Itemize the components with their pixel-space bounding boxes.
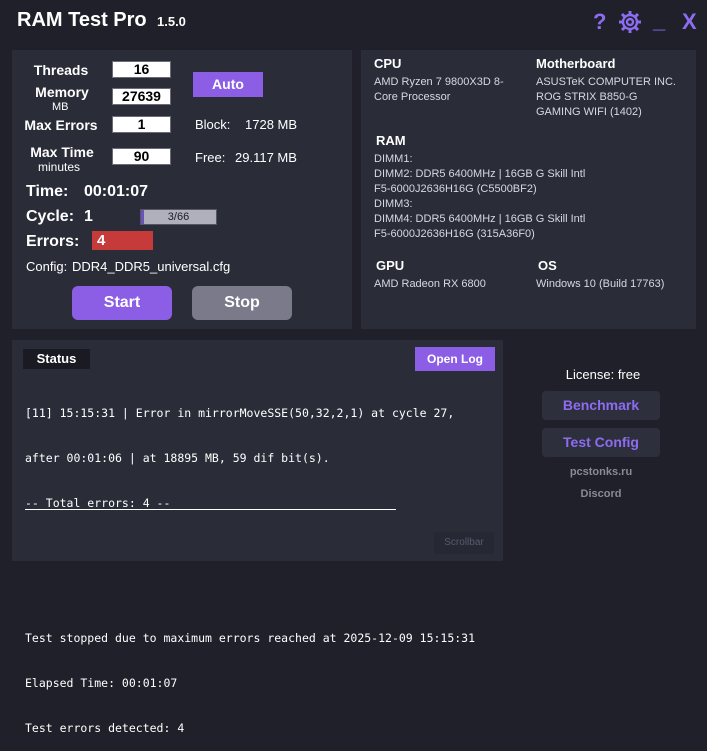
- block-label: Block:: [195, 117, 231, 132]
- ram-line: DIMM3:: [374, 198, 413, 210]
- close-button[interactable]: X: [682, 9, 697, 35]
- log-separator: [25, 509, 396, 510]
- app-version: 1.5.0: [157, 14, 186, 29]
- errors-count-badge: 4: [92, 231, 153, 250]
- app-title: RAM Test Pro: [17, 9, 147, 31]
- max-time-input[interactable]: 90: [112, 148, 171, 165]
- cycle-value: 1: [84, 208, 93, 225]
- log-line: Elapsed Time: 00:01:07: [25, 676, 178, 690]
- help-button[interactable]: ?: [593, 9, 606, 35]
- config-label: Config:: [26, 259, 68, 274]
- log-line: Test errors detected: 4: [25, 721, 185, 735]
- open-log-button[interactable]: Open Log: [415, 347, 495, 371]
- scrollbar-toggle[interactable]: Scrollbar: [434, 532, 494, 554]
- threads-input[interactable]: 16: [112, 61, 171, 78]
- discord-link[interactable]: Discord: [539, 488, 663, 500]
- motherboard-line-1: ASUSTeK COMPUTER INC.: [536, 76, 676, 88]
- gear-icon: [619, 11, 641, 33]
- start-button[interactable]: Start: [72, 286, 172, 320]
- log-line: Test stopped due to maximum errors reach…: [25, 631, 476, 645]
- log-line: [11] 15:15:31 | Error in mirrorMoveSSE(5…: [25, 406, 455, 420]
- gpu-value: AMD Radeon RX 6800: [374, 278, 486, 290]
- gpu-label: GPU: [376, 258, 405, 273]
- ram-label: RAM: [376, 133, 406, 148]
- minimize-button[interactable]: _: [653, 8, 665, 34]
- motherboard-line-2: ROG STRIX B850-G: [536, 91, 638, 103]
- cpu-label: CPU: [374, 56, 402, 71]
- test-config-button[interactable]: Test Config: [542, 428, 660, 457]
- cpu-value: AMD Ryzen 7 9800X3D 8-Core Processor: [374, 76, 504, 103]
- settings-button[interactable]: [618, 10, 642, 34]
- max-errors-input[interactable]: 1: [112, 116, 171, 133]
- benchmark-button[interactable]: Benchmark: [542, 391, 660, 420]
- time-value: 00:01:07: [84, 183, 149, 200]
- log-output: [11] 15:15:31 | Error in mirrorMoveSSE(5…: [25, 376, 495, 751]
- progress-text: 3/66: [167, 211, 190, 223]
- os-label: OS: [538, 258, 557, 273]
- ram-line: F5-6000J2636H16G (C5500BF2): [374, 183, 537, 195]
- ram-line: F5-6000J2636H16G (315A36F0): [374, 228, 535, 240]
- license-text: License: free: [565, 367, 641, 382]
- max-time-label: Max Time: [30, 144, 94, 160]
- log-line: after 00:01:06 | at 18895 MB, 59 dif bit…: [25, 451, 330, 465]
- cycle-progress-bar: 3/66: [140, 209, 217, 225]
- free-value: 29.117 MB: [235, 150, 297, 165]
- cycle-label: Cycle:: [26, 208, 75, 225]
- ram-line: DIMM2: DDR5 6400MHz | 16GB G Skill Intl: [374, 168, 586, 180]
- ram-line: DIMM1:: [374, 153, 413, 165]
- auto-button[interactable]: Auto: [193, 72, 263, 97]
- ram-line: DIMM4: DDR5 6400MHz | 16GB G Skill Intl: [374, 213, 586, 225]
- config-value[interactable]: DDR4_DDR5_universal.cfg: [72, 259, 230, 274]
- max-errors-label: Max Errors: [24, 117, 98, 133]
- os-value: Windows 10 (Build 17763): [536, 278, 665, 290]
- free-label: Free:: [195, 150, 226, 165]
- memory-unit: MB: [52, 101, 69, 113]
- memory-label: Memory: [35, 84, 89, 100]
- stop-button[interactable]: Stop: [192, 286, 292, 320]
- errors-label: Errors:: [26, 233, 80, 250]
- site-link[interactable]: pcstonks.ru: [539, 466, 663, 478]
- block-value: 1728 MB: [245, 117, 298, 132]
- motherboard-line-3: GAMING WIFI (1402): [536, 106, 642, 118]
- threads-label: Threads: [33, 62, 89, 78]
- max-time-unit: minutes: [38, 160, 81, 174]
- memory-input[interactable]: 27639: [112, 88, 171, 105]
- time-label: Time:: [26, 183, 69, 200]
- status-tab: Status: [23, 349, 90, 369]
- motherboard-label: Motherboard: [536, 56, 616, 71]
